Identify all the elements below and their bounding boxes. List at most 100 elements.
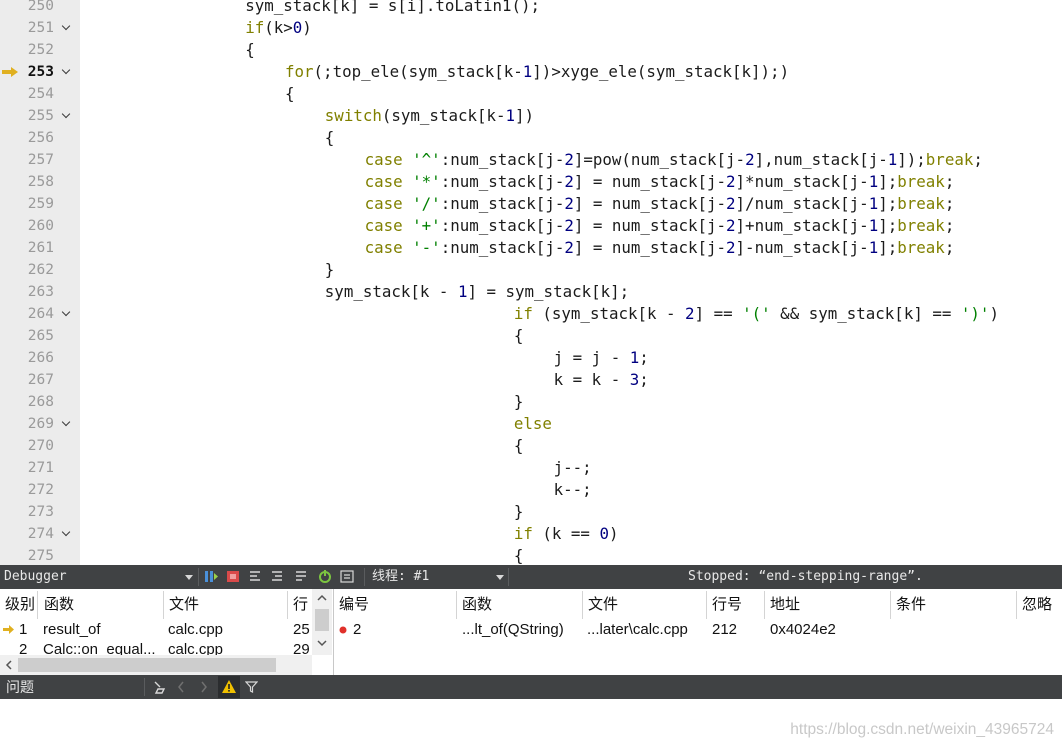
watermark: https://blog.csdn.net/weixin_43965724 [790, 721, 1054, 738]
chevron-down-icon[interactable] [185, 575, 193, 580]
code-line[interactable]: 268} [0, 391, 1062, 413]
column-header-address[interactable]: 地址 [770, 589, 800, 621]
code-line[interactable]: 259 case '/':num_stack[j-2] = num_stack[j… [0, 193, 1062, 215]
column-header-file[interactable]: 文件 [169, 589, 199, 621]
code-token: { [513, 436, 524, 455]
code-line[interactable]: 269 else [0, 413, 1062, 435]
continue-icon[interactable] [204, 569, 218, 584]
code-line[interactable]: 263 sym_stack[k - 1] = sym_stack[k]; [0, 281, 1062, 303]
chevron-up-icon[interactable] [317, 594, 327, 601]
clean-icon[interactable] [152, 680, 166, 694]
issues-title[interactable]: 问题 [6, 675, 34, 699]
column-header-condition[interactable]: 条件 [896, 589, 926, 621]
code-text: case '/':num_stack[j-2] = num_stack[j-2]… [365, 193, 955, 215]
chevron-down-icon[interactable] [496, 575, 504, 580]
chevron-down-icon[interactable] [317, 640, 327, 647]
code-editor[interactable]: 250 sym_stack[k] = s[i].toLatin1(); 251 if(… [0, 0, 1062, 565]
code-line[interactable]: 258 case '*':num_stack[j-2] = num_stack[j… [0, 171, 1062, 193]
column-divider [456, 591, 457, 619]
keyword-token: case [364, 216, 403, 235]
column-header-function[interactable]: 函数 [44, 589, 74, 621]
breakpoints-view[interactable]: 编号 函数 文件 行号 地址 条件 忽略 2 ...lt_of(QString)… [334, 589, 1062, 675]
string-token: '-' [412, 238, 441, 257]
code-line[interactable]: 264 if (sym_stack[k - 2] == '(' && sym_st… [0, 303, 1062, 325]
number-token: 2 [564, 172, 574, 191]
code-line[interactable]: 260 case '+':num_stack[j-2] = num_stack[j… [0, 215, 1062, 237]
fold-chevron-icon[interactable] [60, 17, 74, 39]
fold-chevron-icon[interactable] [60, 303, 74, 325]
code-line[interactable]: 266 j = j - 1; [0, 347, 1062, 369]
thread-selector[interactable]: 线程: #1 [372, 565, 429, 589]
warning-filter-toggle[interactable] [218, 676, 240, 698]
table-row[interactable]: 2 Calc::on_equal... calc.cpp 29 [0, 641, 312, 655]
code-token: { [245, 40, 255, 59]
code-token: (sym_stack[k - [532, 304, 686, 323]
number-token: 2 [564, 238, 574, 257]
code-line[interactable]: 250 sym_stack[k] = s[i].toLatin1(); [0, 0, 1062, 17]
line-number: 250 [27, 0, 54, 14]
line-number: 272 [27, 482, 54, 498]
keyword-token: if [513, 304, 533, 323]
chevron-left-icon[interactable] [177, 681, 185, 693]
operate-by-instruction-icon[interactable] [340, 569, 354, 584]
step-into-icon[interactable] [270, 569, 284, 584]
code-line[interactable]: 253 for(;top_ele(sym_stack[k-1])>xyge_ele… [0, 61, 1062, 83]
vertical-scrollbar[interactable] [312, 589, 332, 655]
frame-level: 1 [19, 621, 28, 638]
code-token: (k == [532, 524, 600, 543]
column-header-level[interactable]: 级别 [5, 589, 35, 621]
restart-icon[interactable] [318, 569, 332, 584]
column-header-ignore[interactable]: 忽略 [1022, 589, 1052, 621]
fold-chevron-icon[interactable] [60, 105, 74, 127]
fold-chevron-icon[interactable] [60, 61, 74, 83]
code-line[interactable]: 252 { [0, 39, 1062, 61]
code-line[interactable]: 255 switch(sym_stack[k-1]) [0, 105, 1062, 127]
code-line[interactable]: 274 if (k == 0) [0, 523, 1062, 545]
code-line[interactable]: 254 { [0, 83, 1062, 105]
code-token: { [513, 326, 524, 345]
code-line[interactable]: 273} [0, 501, 1062, 523]
stack-view[interactable]: 级别 函数 文件 行 1 result_of calc.cpp 25 2 Cal… [0, 589, 334, 675]
code-line[interactable]: 256 { [0, 127, 1062, 149]
chevron-left-icon[interactable] [5, 660, 12, 670]
code-token: && sym_stack[k] == [770, 304, 961, 323]
code-token: ] = num_stack[j- [573, 238, 727, 257]
column-header-file[interactable]: 文件 [588, 589, 618, 621]
scrollbar-thumb[interactable] [315, 609, 329, 631]
code-line[interactable]: 275 { [0, 545, 1062, 565]
step-over-icon[interactable] [248, 569, 262, 584]
breakpoint-file: ...later\calc.cpp [587, 621, 688, 638]
fold-chevron-icon[interactable] [60, 523, 74, 545]
stop-icon[interactable] [226, 569, 240, 584]
code-token: ; [639, 370, 649, 389]
code-line[interactable]: 251 if(k>0) [0, 17, 1062, 39]
code-line[interactable]: 262} [0, 259, 1062, 281]
fold-chevron-icon[interactable] [60, 413, 74, 435]
filter-icon[interactable] [245, 681, 258, 693]
code-line[interactable]: 265 { [0, 325, 1062, 347]
debugger-view-selector[interactable]: Debugger [4, 565, 194, 589]
chevron-right-icon[interactable] [200, 681, 208, 693]
code-line[interactable]: 267 k = k - 3; [0, 369, 1062, 391]
code-line[interactable]: 270 { [0, 435, 1062, 457]
code-text: case '*':num_stack[j-2] = num_stack[j-2]… [365, 171, 955, 193]
line-number: 271 [27, 460, 54, 476]
column-header-line[interactable]: 行号 [712, 589, 742, 621]
horizontal-scrollbar[interactable] [0, 655, 312, 675]
frame-level: 2 [19, 641, 28, 655]
column-header-number[interactable]: 编号 [339, 589, 369, 621]
column-header-function[interactable]: 函数 [462, 589, 492, 621]
column-divider [287, 591, 288, 619]
number-token: 0 [292, 18, 303, 37]
line-number: 268 [27, 394, 54, 410]
code-line[interactable]: 261 case '-':num_stack[j-2] = num_stack[j… [0, 237, 1062, 259]
code-line[interactable]: 272 k--; [0, 479, 1062, 501]
scrollbar-thumb[interactable] [18, 658, 276, 672]
code-token: j--; [553, 458, 592, 477]
code-line[interactable]: 271 j--; [0, 457, 1062, 479]
step-out-icon[interactable] [294, 569, 308, 584]
line-number: 275 [27, 548, 54, 564]
code-line[interactable]: 257 case '^':num_stack[j-2]=pow(num_stack… [0, 149, 1062, 171]
column-header-line[interactable]: 行 [293, 589, 308, 621]
